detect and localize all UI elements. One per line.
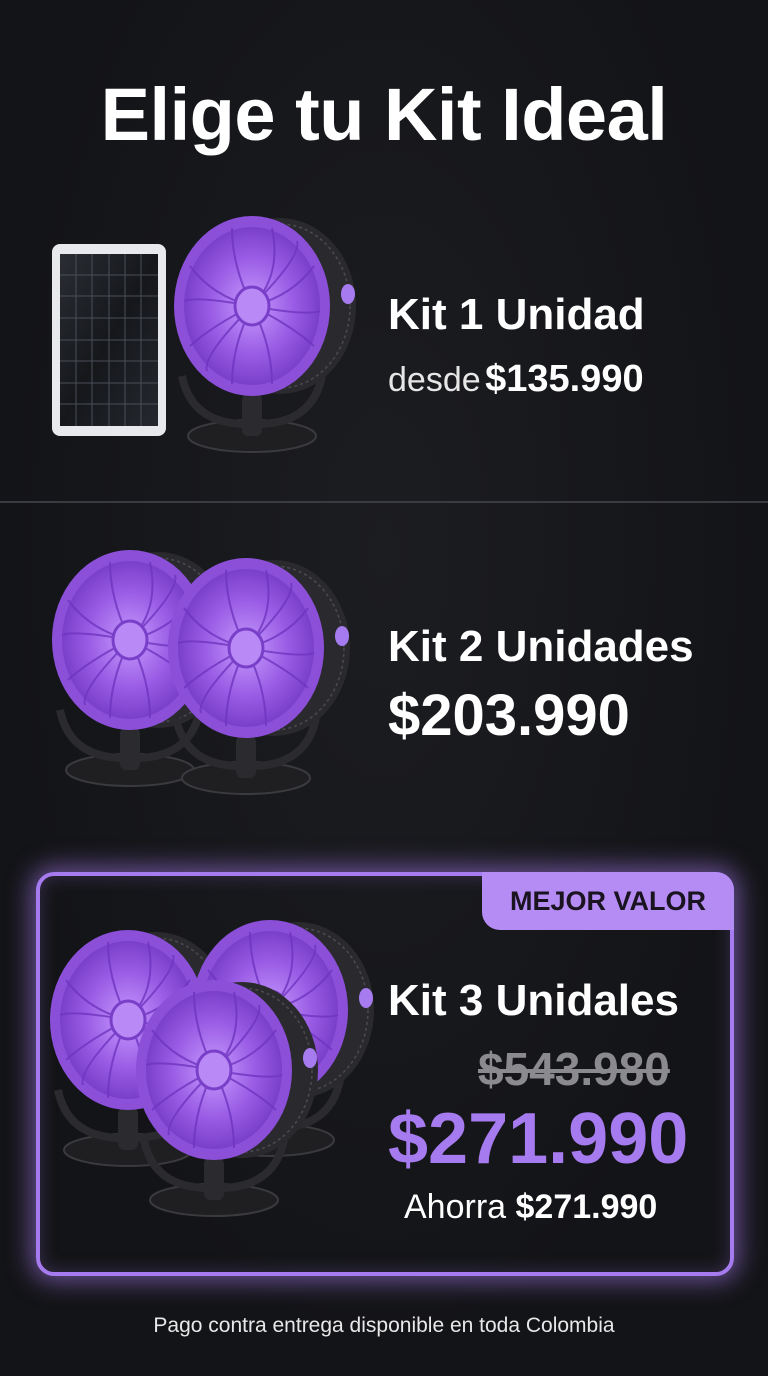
fan-icon [174, 216, 356, 452]
kit-1-title: Kit 1 Unidad [388, 290, 645, 339]
kit-3-old-price: $543.980 [478, 1043, 670, 1095]
kit-2-title: Kit 2 Unidades [388, 622, 694, 671]
kit-3-savings-amount: $271.990 [515, 1188, 658, 1226]
kit-2-price: $203.990 [388, 683, 630, 748]
footer-note: Pago contra entrega disponible en toda C… [153, 1314, 615, 1337]
kit-1-price: $135.990 [485, 358, 644, 400]
fan-icon [168, 558, 350, 794]
kit-3-savings-prefix: Ahorra [404, 1188, 507, 1226]
solar-panel-icon [52, 244, 166, 436]
kit-1-price-prefix: desde [388, 361, 481, 399]
kit-3-price: $271.990 [388, 1099, 689, 1179]
kit-3-title: Kit 3 Unidales [388, 976, 679, 1025]
section-divider [0, 501, 768, 503]
kit-3-savings-line: Ahorra $271.990 [404, 1188, 657, 1227]
best-value-badge: MEJOR VALOR [482, 872, 734, 930]
kit-1-price-line: desde $135.990 [388, 358, 644, 401]
